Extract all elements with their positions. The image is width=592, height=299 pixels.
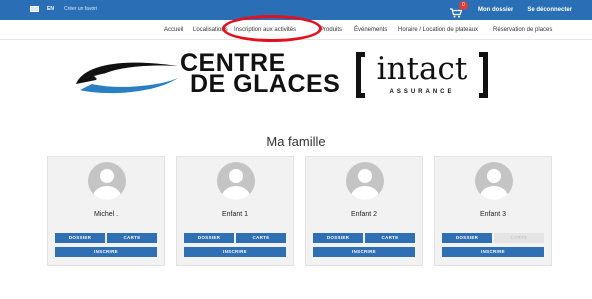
logo-bracket-right bbox=[479, 52, 488, 98]
dossier-button[interactable]: DOSSIER bbox=[55, 233, 105, 243]
member-name: Enfant 2 bbox=[350, 211, 378, 218]
centre-de-glaces-logo-text: CENTRE DE GLACES bbox=[180, 51, 341, 98]
nav-item-accueil[interactable]: Accueil bbox=[164, 27, 183, 33]
page-title: Ma famille bbox=[266, 134, 326, 149]
logout-link[interactable]: Se déconnecter bbox=[527, 7, 572, 13]
family-member-card: Enfant 1 DOSSIER CARTE INSCRIRE bbox=[176, 156, 294, 266]
cart-button[interactable]: 0 bbox=[449, 1, 468, 18]
avatar-placeholder-icon bbox=[346, 162, 384, 200]
member-name: Michel . bbox=[93, 211, 119, 218]
inscrire-button[interactable]: INSCRIRE bbox=[55, 247, 157, 257]
nav-item-evenements[interactable]: Événements bbox=[354, 27, 387, 33]
dossier-button[interactable]: DOSSIER bbox=[184, 233, 234, 243]
my-file-link[interactable]: Mon dossier bbox=[478, 7, 513, 13]
logo-bracket-left bbox=[356, 52, 365, 98]
inscrire-button[interactable]: INSCRIRE bbox=[184, 247, 286, 257]
language-flag-icon[interactable] bbox=[30, 6, 39, 12]
family-member-card: Michel . DOSSIER CARTE INSCRIRE bbox=[47, 156, 165, 266]
top-bar-left: EN Créer un favori bbox=[30, 6, 97, 12]
create-account-link[interactable]: Créer un favori bbox=[64, 6, 97, 12]
carte-button[interactable]: CARTE bbox=[107, 233, 157, 243]
centre-de-glaces-swoosh-logo bbox=[76, 62, 178, 94]
family-member-card: Enfant 3 DOSSIER CARTE INSCRIRE bbox=[434, 156, 552, 266]
intact-logo-word: intact bbox=[376, 51, 468, 87]
intact-assurance-logo: intact ASSURANCE bbox=[356, 52, 488, 102]
carte-button[interactable]: CARTE bbox=[236, 233, 286, 243]
intact-logo-subtitle: ASSURANCE bbox=[389, 89, 455, 95]
member-name: Enfant 1 bbox=[221, 211, 249, 218]
nav-item-produits[interactable]: Produits bbox=[320, 27, 342, 33]
nav-item-reservation-places[interactable]: Réservation de places bbox=[493, 27, 552, 33]
language-switch-link[interactable]: EN bbox=[47, 6, 54, 12]
logo-line-2: DE GLACES bbox=[190, 70, 341, 98]
inscrire-button[interactable]: INSCRIRE bbox=[313, 247, 415, 257]
family-member-card: Enfant 2 DOSSIER CARTE INSCRIRE bbox=[305, 156, 423, 266]
cart-icon bbox=[449, 8, 463, 18]
avatar-placeholder-icon bbox=[475, 162, 513, 200]
highlight-annotation-circle bbox=[222, 15, 322, 42]
dossier-button[interactable]: DOSSIER bbox=[442, 233, 492, 243]
avatar-placeholder-icon bbox=[217, 162, 255, 200]
inscrire-button[interactable]: INSCRIRE bbox=[442, 247, 544, 257]
cart-count-badge: 0 bbox=[458, 1, 468, 10]
member-name: Enfant 3 bbox=[479, 211, 507, 218]
dossier-button[interactable]: DOSSIER bbox=[313, 233, 363, 243]
carte-button-disabled: CARTE bbox=[494, 233, 544, 243]
carte-button[interactable]: CARTE bbox=[365, 233, 415, 243]
avatar-placeholder-icon bbox=[88, 162, 126, 200]
top-bar-right: 0 Mon dossier Se déconnecter bbox=[449, 1, 572, 18]
nav-item-horaire-location[interactable]: Horaire / Location de plateaux bbox=[398, 27, 478, 33]
